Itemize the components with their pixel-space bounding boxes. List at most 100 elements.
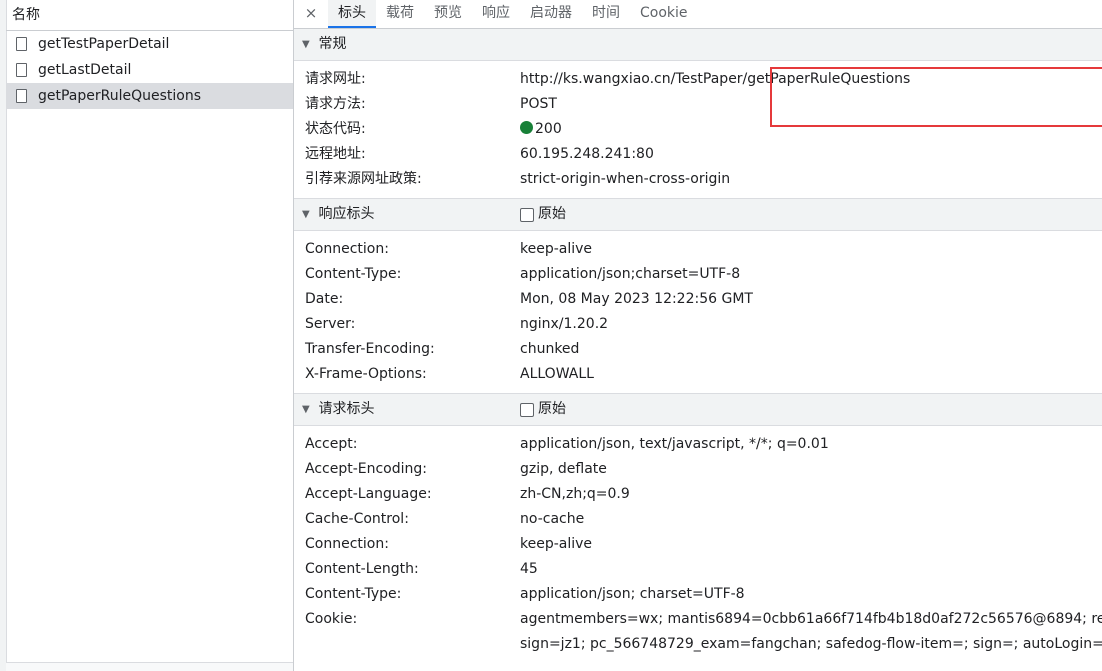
header-key: Accept-Encoding: — [305, 461, 428, 477]
header-row: 状态代码: 200 — [294, 117, 1102, 142]
header-row: Content-Length: 45 — [294, 557, 1102, 582]
header-key: Cookie: — [305, 611, 358, 627]
raw-toggle[interactable]: 原始 — [520, 199, 566, 230]
header-key: Server: — [305, 316, 356, 332]
headers-content: ▼ 常规 请求网址: http://ks.wangxiao.cn/TestPap… — [294, 29, 1102, 671]
header-key-empty — [294, 632, 520, 657]
header-key: 请求网址: — [305, 71, 366, 87]
tab-preview[interactable]: 预览 — [424, 0, 472, 28]
request-url-value: http://ks.wangxiao.cn/TestPaper/getPaper… — [520, 71, 911, 87]
header-row: 引荐来源网址政策: strict-origin-when-cross-origi… — [294, 167, 1102, 192]
raw-checkbox[interactable] — [520, 207, 534, 222]
tab-headers[interactable]: 标头 — [328, 0, 376, 28]
raw-toggle[interactable]: 原始 — [520, 394, 566, 425]
request-row-selected[interactable]: getPaperRuleQuestions — [6, 83, 293, 109]
header-value: keep-alive — [520, 241, 593, 257]
tab-cookies[interactable]: Cookie — [630, 0, 698, 28]
header-row: X-Frame-Options: ALLOWALL — [294, 362, 1102, 387]
tab-payload[interactable]: 载荷 — [376, 0, 424, 28]
header-value: 45 — [520, 561, 538, 577]
section-title: 请求标头 — [318, 401, 375, 417]
header-value: chunked — [520, 341, 580, 357]
header-row: Accept: application/json, text/javascrip… — [294, 432, 1102, 457]
header-key: Date: — [305, 291, 344, 307]
header-row: Server: nginx/1.20.2 — [294, 312, 1102, 337]
name-column-header[interactable]: 名称 — [6, 0, 293, 31]
header-row: Accept-Language: zh-CN,zh;q=0.9 — [294, 482, 1102, 507]
triangle-down-icon: ▼ — [302, 39, 310, 50]
header-value: application/json, text/javascript, */*; … — [520, 436, 829, 452]
header-row: Date: Mon, 08 May 2023 12:22:56 GMT — [294, 287, 1102, 312]
header-key: Connection: — [305, 241, 389, 257]
header-row: Content-Type: application/json;charset=U… — [294, 262, 1102, 287]
cookie-value-line2: sign=jz1; pc_566748729_exam=fangchan; sa… — [520, 636, 1102, 652]
header-value: gzip, deflate — [520, 461, 607, 477]
request-header-rows: Accept: application/json, text/javascrip… — [294, 426, 1102, 663]
section-title: 常规 — [318, 36, 347, 52]
response-header-rows: Connection: keep-alive Content-Type: app… — [294, 231, 1102, 393]
header-key: Connection: — [305, 536, 389, 552]
request-name: getLastDetail — [38, 62, 132, 78]
header-key: Content-Length: — [305, 561, 419, 577]
header-key: 请求方法: — [305, 96, 366, 112]
general-rows: 请求网址: http://ks.wangxiao.cn/TestPaper/ge… — [294, 61, 1102, 198]
status-ok-icon — [520, 121, 533, 134]
header-row: Content-Type: application/json; charset=… — [294, 582, 1102, 607]
header-value: application/json;charset=UTF-8 — [520, 266, 741, 282]
status-code-value: 200 — [520, 117, 562, 142]
request-name: getPaperRuleQuestions — [38, 88, 202, 104]
request-details-panel: × 标头 载荷 预览 响应 启动器 时间 Cookie ▼ 常规 请求网址: h… — [294, 0, 1102, 671]
header-value: zh-CN,zh;q=0.9 — [520, 486, 630, 502]
header-key: 远程地址: — [305, 146, 366, 162]
header-row: Transfer-Encoding: chunked — [294, 337, 1102, 362]
header-row: Cache-Control: no-cache — [294, 507, 1102, 532]
request-row[interactable]: getLastDetail — [6, 57, 293, 83]
header-row: Cookie: agentmembers=wx; mantis6894=0cbb… — [294, 607, 1102, 632]
tab-timing[interactable]: 时间 — [582, 0, 630, 28]
section-title: 响应标头 — [318, 206, 375, 222]
header-key: Accept-Language: — [305, 486, 432, 502]
triangle-down-icon: ▼ — [302, 209, 310, 220]
close-icon[interactable]: × — [294, 0, 328, 28]
header-row: Connection: keep-alive — [294, 532, 1102, 557]
general-section-header[interactable]: ▼ 常规 — [294, 29, 1102, 61]
request-name: getTestPaperDetail — [38, 36, 170, 52]
header-row-continuation: sign=jz1; pc_566748729_exam=fangchan; sa… — [294, 632, 1102, 657]
details-tabbar: × 标头 载荷 预览 响应 启动器 时间 Cookie — [294, 0, 1102, 29]
request-row[interactable]: getTestPaperDetail — [6, 31, 293, 57]
header-value: ALLOWALL — [520, 366, 594, 382]
header-key: 状态代码: — [305, 121, 366, 137]
request-method-value: POST — [520, 96, 557, 112]
document-icon — [16, 63, 27, 77]
tab-initiator[interactable]: 启动器 — [520, 0, 582, 28]
document-icon — [16, 37, 27, 51]
devtools-network-panel: 名称 getTestPaperDetail getLastDetail getP… — [0, 0, 1102, 671]
request-list: getTestPaperDetail getLastDetail getPape… — [6, 31, 293, 109]
header-row: 请求网址: http://ks.wangxiao.cn/TestPaper/ge… — [294, 67, 1102, 92]
status-code-text: 200 — [535, 121, 562, 137]
header-row: Connection: keep-alive — [294, 237, 1102, 262]
header-value: keep-alive — [520, 536, 593, 552]
header-value: application/json; charset=UTF-8 — [520, 586, 745, 602]
list-footer — [6, 662, 293, 671]
header-key: Transfer-Encoding: — [305, 341, 435, 357]
header-key: Cache-Control: — [305, 511, 409, 527]
tab-response[interactable]: 响应 — [472, 0, 520, 28]
header-row: 请求方法: POST — [294, 92, 1102, 117]
response-headers-section-header[interactable]: ▼ 响应标头 原始 — [294, 198, 1102, 231]
raw-checkbox[interactable] — [520, 402, 534, 417]
header-key: Content-Type: — [305, 266, 402, 282]
header-row: 远程地址: 60.195.248.241:80 — [294, 142, 1102, 167]
header-key: Accept: — [305, 436, 358, 452]
referrer-policy-value: strict-origin-when-cross-origin — [520, 171, 731, 187]
triangle-down-icon: ▼ — [302, 404, 310, 415]
raw-label: 原始 — [538, 401, 566, 417]
document-icon — [16, 89, 27, 103]
header-key: X-Frame-Options: — [305, 366, 427, 382]
cookie-value: agentmembers=wx; mantis6894=0cbb61a66f71… — [520, 611, 1102, 627]
header-key: Content-Type: — [305, 586, 402, 602]
header-key: 引荐来源网址政策: — [305, 171, 422, 187]
header-value: nginx/1.20.2 — [520, 316, 609, 332]
remote-address-value: 60.195.248.241:80 — [520, 146, 654, 162]
request-headers-section-header[interactable]: ▼ 请求标头 原始 — [294, 393, 1102, 426]
